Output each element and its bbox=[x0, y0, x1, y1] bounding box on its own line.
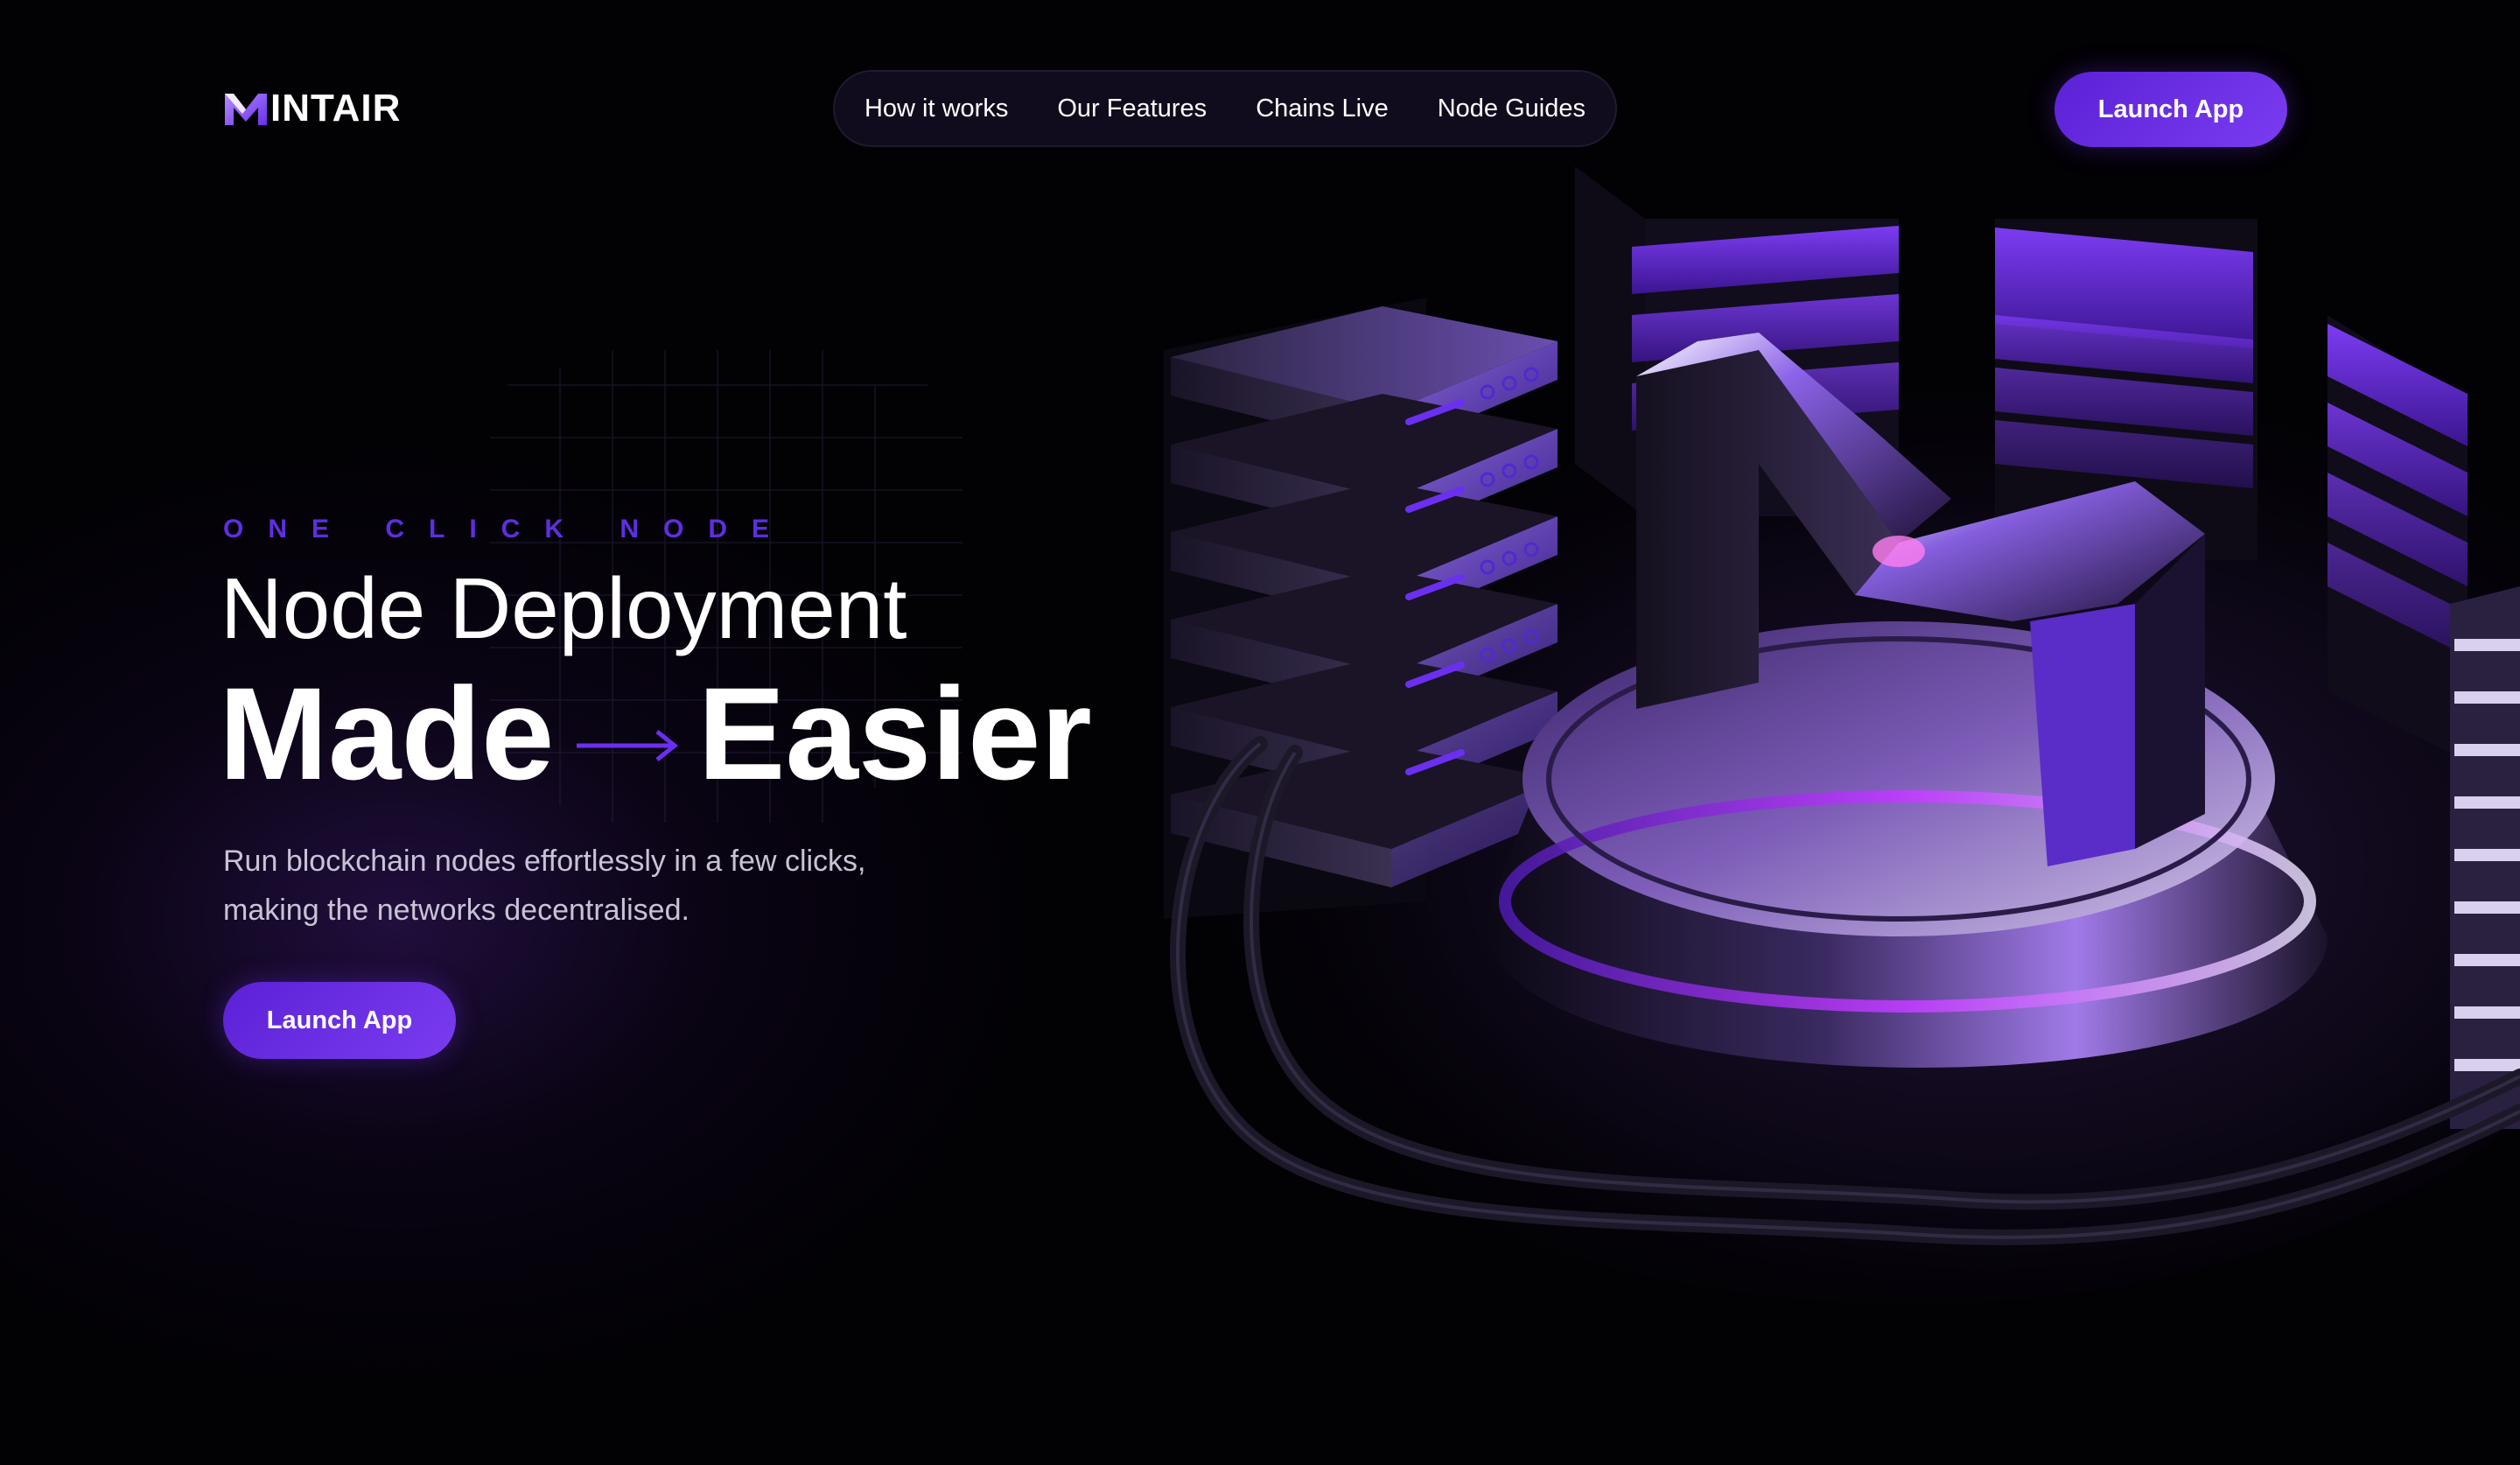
hero-subtitle-line2: making the networks decentralised. bbox=[223, 894, 690, 927]
nav-how-it-works[interactable]: How it works bbox=[864, 95, 1008, 123]
hero-illustration bbox=[1120, 166, 2520, 1304]
brand-name: INTAIR bbox=[270, 87, 402, 130]
hero-title-word-made: Made bbox=[219, 660, 555, 807]
nav-chains-live[interactable]: Chains Live bbox=[1256, 95, 1389, 123]
landing-page: INTAIR How it works Our Features Chains … bbox=[0, 0, 2520, 1465]
brand-logo[interactable]: INTAIR bbox=[223, 89, 401, 128]
arrow-right-icon bbox=[577, 730, 679, 761]
hero-title-line2: Made Easier bbox=[219, 663, 1092, 803]
hero-kicker: ONE CLICK NODE bbox=[223, 515, 794, 543]
nav-node-guides[interactable]: Node Guides bbox=[1438, 95, 1586, 123]
hero-subtitle-line1: Run blockchain nodes effortlessly in a f… bbox=[223, 845, 866, 878]
nav-our-features[interactable]: Our Features bbox=[1057, 95, 1207, 123]
server-rack-left bbox=[1164, 298, 1558, 919]
header-launch-app-button[interactable]: Launch App bbox=[2054, 72, 2287, 147]
hero-subtitle: Run blockchain nodes effortlessly in a f… bbox=[223, 837, 1011, 935]
hero-launch-app-button[interactable]: Launch App bbox=[223, 982, 456, 1059]
hero-title-line1: Node Deployment bbox=[220, 560, 907, 656]
main-nav: How it works Our Features Chains Live No… bbox=[833, 70, 1617, 147]
logo-mark-icon bbox=[225, 94, 267, 125]
